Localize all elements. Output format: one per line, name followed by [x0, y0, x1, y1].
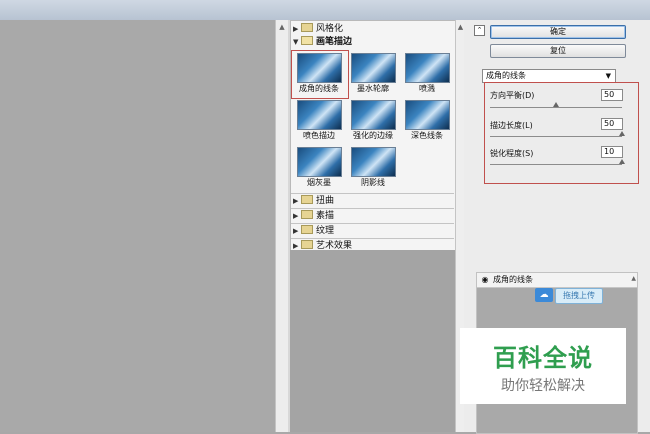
direction-balance-slider[interactable]	[490, 107, 622, 108]
upload-widget[interactable]: ☁ 拖拽上传	[535, 287, 605, 304]
eye-icon[interactable]: ◉	[480, 275, 490, 285]
expanded-arrow-icon[interactable]: ▼	[293, 36, 301, 48]
gallery-empty-area	[290, 250, 455, 432]
preview-scrollbar[interactable]: ▲	[275, 20, 289, 432]
thumbnail-label: 喷色描边	[303, 131, 335, 140]
category-separator	[291, 238, 454, 239]
thumbnail-sprayed-strokes[interactable]	[297, 100, 342, 130]
watermark-logo: 百科全说 助你轻松解决	[460, 328, 626, 404]
thumbnail-crosshatch[interactable]	[351, 147, 396, 177]
collapsed-arrow-icon[interactable]: ▶	[293, 195, 301, 207]
sharpness-slider-handle[interactable]	[619, 159, 625, 164]
thumbnail-label: 烟灰墨	[307, 178, 331, 187]
direction-balance-input[interactable]: 50	[601, 89, 623, 101]
filter-preview-area[interactable]	[0, 20, 275, 432]
category-separator	[291, 208, 454, 209]
folder-open-icon	[301, 36, 313, 45]
thumbnail-accented-edges[interactable]	[351, 100, 396, 130]
category-distort[interactable]: ▶ 扭曲	[293, 195, 453, 207]
stroke-length-label: 描边长度(L)	[490, 121, 533, 130]
effect-layer-row[interactable]: ◉ 成角的线条	[477, 273, 637, 288]
thumbnail-label: 喷溅	[419, 84, 435, 93]
watermark-subtitle: 助你轻松解决	[501, 378, 585, 394]
category-texture[interactable]: ▶ 纹理	[293, 225, 453, 237]
category-stylize[interactable]: ▶ 风格化	[293, 23, 453, 35]
category-separator	[291, 193, 454, 194]
collapsed-arrow-icon[interactable]: ▶	[293, 225, 301, 237]
ok-button[interactable]: 确定	[490, 25, 626, 39]
thumbnail-label: 强化的边缘	[353, 131, 393, 140]
chevron-down-icon: ▼	[605, 72, 611, 80]
sharpness-label: 锐化程度(S)	[490, 149, 534, 158]
direction-balance-label: 方向平衡(D)	[490, 91, 535, 100]
thumbnail-label: 成角的线条	[299, 84, 339, 93]
stroke-length-slider[interactable]	[490, 136, 622, 137]
thumbnail-spatter[interactable]	[405, 53, 450, 83]
thumbnail-label: 深色线条	[411, 131, 443, 140]
category-sketch[interactable]: ▶ 素描	[293, 210, 453, 222]
folder-icon	[301, 210, 313, 219]
reset-button[interactable]: 复位	[490, 44, 626, 58]
category-separator	[291, 223, 454, 224]
thumbnail-label: 墨水轮廓	[357, 84, 389, 93]
sharpness-slider[interactable]	[490, 164, 622, 165]
stroke-length-input[interactable]: 50	[601, 118, 623, 130]
thumbnail-sumi-e[interactable]	[297, 147, 342, 177]
thumbnail-angled-strokes[interactable]	[297, 53, 342, 83]
collapse-gallery-icon[interactable]: ⌃	[474, 25, 485, 36]
upload-button[interactable]: 拖拽上传	[555, 288, 603, 304]
layer-name: 成角的线条	[493, 275, 533, 284]
cloud-upload-icon: ☁	[535, 288, 553, 302]
stroke-length-slider-handle[interactable]	[619, 131, 625, 136]
watermark-title: 百科全说	[493, 344, 593, 372]
collapsed-arrow-icon[interactable]: ▶	[293, 23, 301, 35]
filter-settings-group: 方向平衡(D) 50 描边长度(L) 50 锐化程度(S) 10	[484, 82, 639, 184]
filter-select[interactable]: 成角的线条 ▼	[482, 69, 616, 83]
collapsed-arrow-icon[interactable]: ▶	[293, 210, 301, 222]
scroll-up-icon[interactable]: ▲	[631, 275, 636, 282]
category-brush-strokes[interactable]: ▼ 画笔描边	[293, 36, 453, 48]
direction-balance-slider-handle[interactable]	[553, 102, 559, 107]
folder-icon	[301, 240, 313, 249]
thumbnail-label: 阴影线	[361, 178, 385, 187]
folder-icon	[301, 225, 313, 234]
thumbnail-ink-outlines[interactable]	[351, 53, 396, 83]
scroll-up-icon[interactable]: ▲	[276, 22, 288, 32]
sharpness-input[interactable]: 10	[601, 146, 623, 158]
dialog-title-bar	[0, 0, 650, 21]
folder-icon	[301, 23, 313, 32]
folder-icon	[301, 195, 313, 204]
filter-gallery: ▶ 风格化 ▼ 画笔描边 成角的线条 墨水轮廓 喷溅 喷色描边 强化的边缘 深色线条…	[290, 20, 457, 252]
thumbnail-dark-strokes[interactable]	[405, 100, 450, 130]
